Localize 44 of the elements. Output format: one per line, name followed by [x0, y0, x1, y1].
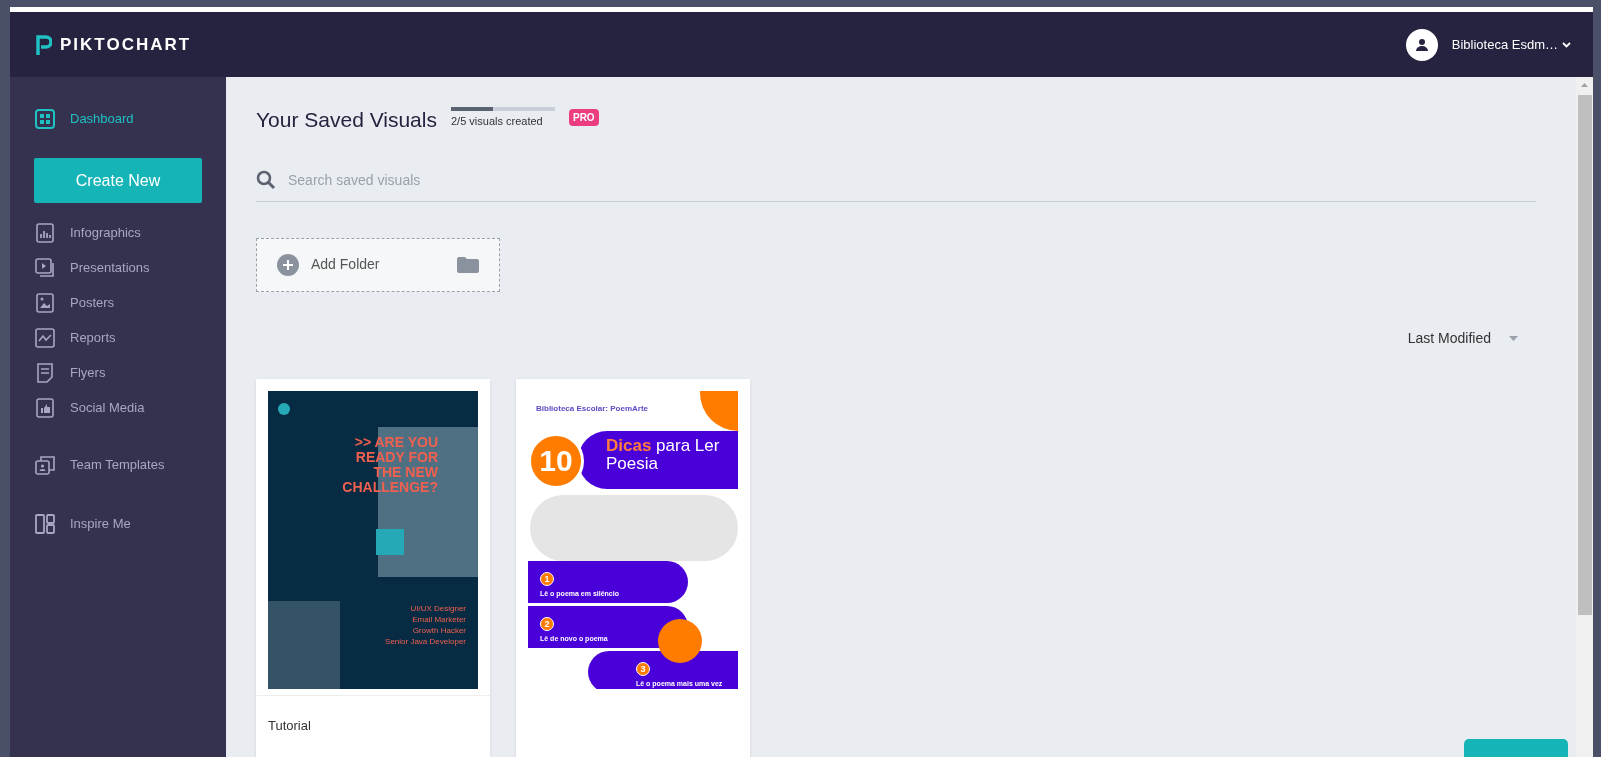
- sidebar-item[interactable]: Posters: [34, 285, 202, 320]
- account-menu[interactable]: Biblioteca Esdm…: [1405, 28, 1571, 61]
- pro-badge: PRO: [568, 109, 599, 126]
- square-shape: [376, 528, 404, 555]
- layout-icon: [34, 512, 56, 535]
- line-chart-icon: [34, 326, 56, 349]
- sidebar-item[interactable]: Presentations: [34, 250, 202, 285]
- thumbs-up-icon: [34, 396, 56, 419]
- plus-circle-icon: [277, 253, 299, 276]
- page-title: Your Saved Visuals: [256, 108, 437, 130]
- infographic-header: Biblioteca Escolar: PoemArte: [536, 402, 649, 415]
- sidebar-item[interactable]: Infographics: [34, 215, 202, 250]
- copy-person-icon: [34, 453, 56, 476]
- role-list: UI/UX Designer Email Marketer Growth Hacker Senior Java Developer: [385, 602, 466, 647]
- sidebar-item[interactable]: Team Templates: [34, 447, 202, 482]
- grid-icon: [34, 107, 56, 130]
- folder-icon: [457, 256, 479, 273]
- image-icon: [34, 291, 56, 314]
- bar-chart-icon: [34, 221, 56, 244]
- sort-dropdown[interactable]: Last Modified: [1407, 327, 1518, 349]
- scrollbar-thumb[interactable]: [1577, 95, 1592, 615]
- search-field[interactable]: Search saved visuals: [288, 169, 1536, 191]
- sidebar-item[interactable]: Dashboard: [34, 101, 202, 136]
- caret-icon: [1509, 335, 1518, 341]
- logo-icon: [36, 33, 52, 56]
- sidebar-item[interactable]: Social Media: [34, 390, 202, 425]
- sidebar-item[interactable]: Flyers: [34, 355, 202, 390]
- search-icon: [256, 170, 276, 190]
- corner-shape: [700, 390, 738, 431]
- step-number: 3: [636, 662, 650, 677]
- scroll-up-arrow-icon[interactable]: [1581, 83, 1588, 87]
- brand-name: PIKTOCHART: [60, 33, 192, 56]
- sidebar-item[interactable]: Reports: [34, 320, 202, 355]
- quota-text: 2/5 visuals created: [450, 114, 544, 129]
- step-number: 2: [540, 617, 554, 632]
- slides-icon: [34, 256, 56, 279]
- add-folder-button[interactable]: Add Folder: [256, 237, 500, 292]
- visual-title: Tutorial: [256, 694, 490, 735]
- note-icon: [34, 361, 56, 384]
- chevron-down-icon: [1562, 41, 1571, 48]
- user-avatar-icon: [1405, 28, 1438, 61]
- sidebar-item[interactable]: Inspire Me: [34, 506, 202, 541]
- step-number: 1: [540, 572, 554, 587]
- poster-headline: >> ARE YOU READY FOR THE NEW CHALLENGE?: [342, 434, 438, 495]
